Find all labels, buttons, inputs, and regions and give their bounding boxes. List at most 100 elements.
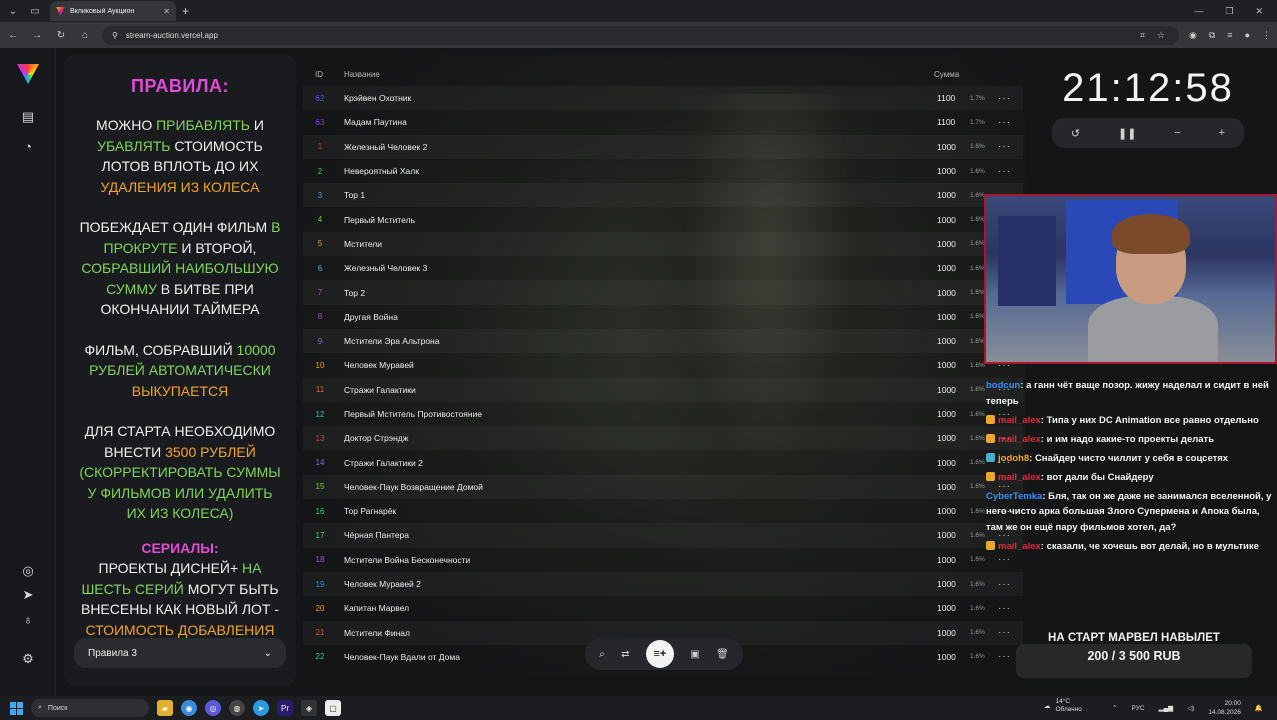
chat-username[interactable]: mail_alex xyxy=(998,472,1041,483)
lot-id: 15 xyxy=(315,482,325,492)
lot-menu-icon[interactable]: ··· xyxy=(998,117,1011,128)
table-row[interactable]: 5Мстители10001.6%··· xyxy=(303,232,1023,256)
back-icon[interactable]: ← xyxy=(6,30,20,41)
timer-reset-icon[interactable]: ↺ xyxy=(1071,127,1080,140)
lot-id: 12 xyxy=(315,409,325,419)
forward-icon[interactable]: → xyxy=(30,30,44,41)
close-window-icon[interactable]: ✕ xyxy=(1255,6,1263,17)
table-row[interactable]: 62 Крэйвен Охотник 1100 1.7% ··· xyxy=(303,86,1023,110)
telegram-icon[interactable]: ➤ xyxy=(253,700,269,716)
search-icon[interactable]: ⌕ xyxy=(599,649,605,660)
telegram-icon[interactable]: ➤ xyxy=(19,586,37,604)
url-field[interactable]: ⚲ stream-auction.vercel.app ⌗ ☆ xyxy=(102,25,1179,45)
app-logo-icon[interactable] xyxy=(17,64,39,84)
new-tab-icon[interactable]: + xyxy=(182,4,189,18)
lot-menu-icon[interactable]: ··· xyxy=(998,579,1011,590)
minimize-window-icon[interactable]: — xyxy=(1194,6,1203,17)
table-row[interactable]: 10 Человек Муравей 1000 1.6% ··· xyxy=(303,353,1023,377)
integrations-icon[interactable]: ◎ xyxy=(19,562,37,580)
table-row[interactable]: 19 Человек Муравей 2 1000 1.6% ··· xyxy=(303,572,1023,596)
file-explorer-icon[interactable]: ▰ xyxy=(157,700,173,716)
translate-icon[interactable]: ⌗ xyxy=(1140,30,1145,41)
site-favicon-icon xyxy=(56,6,65,16)
table-row[interactable]: 6Железный Человек 310001.6%··· xyxy=(303,256,1023,280)
chat-username[interactable]: jodoh8 xyxy=(998,453,1029,464)
reading-list-icon[interactable]: ≡ xyxy=(1227,30,1232,41)
lot-menu-icon[interactable]: ··· xyxy=(998,141,1011,152)
table-row[interactable]: 63 Мадам Паутина 1100 1.7% ··· xyxy=(303,110,1023,134)
lot-menu-icon[interactable]: ··· xyxy=(998,93,1011,104)
shuffle-icon[interactable]: ⇄ xyxy=(621,649,629,660)
save-icon[interactable]: ▣ xyxy=(690,649,699,660)
tab-groups-icon[interactable]: ▭ xyxy=(26,2,44,20)
table-row[interactable]: 9Мстители Эра Альтрона10001.6%··· xyxy=(303,329,1023,353)
app-icon[interactable]: ◎ xyxy=(205,700,221,716)
profile-avatar-icon[interactable]: ● xyxy=(1245,30,1250,41)
app3-icon[interactable]: ▢ xyxy=(325,700,341,716)
extensions-puzzle-icon[interactable]: ⧉ xyxy=(1209,30,1215,41)
table-row[interactable]: 8Другая Война10001.6%··· xyxy=(303,305,1023,329)
lot-menu-icon[interactable]: ··· xyxy=(998,166,1011,177)
table-row[interactable]: 1 Железный Человек 2 1000 1.6% ··· xyxy=(303,135,1023,159)
table-row[interactable]: 2 Невероятный Халк 1000 1.6% ··· xyxy=(303,159,1023,183)
lot-menu-icon[interactable]: ··· xyxy=(998,603,1011,614)
volume-icon[interactable]: ◁) xyxy=(1187,704,1194,712)
timer-pause-icon[interactable]: ❚❚ xyxy=(1118,127,1136,140)
browser-tab[interactable]: Вкликовый Аукцион ✕ xyxy=(50,1,176,21)
home-icon[interactable]: ⌂ xyxy=(78,30,92,41)
windows-start-icon[interactable] xyxy=(10,701,23,715)
goal-banner: НА СТАРТ МАРВЕЛ НАВЫЛЕТ 200 / 3 500 RUB xyxy=(1016,632,1252,663)
table-row[interactable]: 17 Чёрная Пантера 1000 1.6% ··· xyxy=(303,523,1023,547)
lots-list-icon[interactable]: ▤ xyxy=(19,108,37,126)
menu-kebab-icon[interactable]: ⋮ xyxy=(1262,30,1271,41)
table-row[interactable]: 12 Первый Мститель Противостояние 1000 1.6%… xyxy=(303,402,1023,426)
chrome-icon[interactable]: ◉ xyxy=(181,700,197,716)
table-row[interactable]: 20 Капитан Марвел 1000 1.6% ··· xyxy=(303,596,1023,620)
weather-widget[interactable]: ☁ 14°C Облачно xyxy=(1044,698,1082,714)
taskbar-search[interactable]: ⌕ Поиск xyxy=(31,699,149,717)
wheel-history-icon[interactable]: ◔ xyxy=(19,137,37,155)
network-icon[interactable]: ▂▄▆ xyxy=(1159,704,1174,712)
timer-minus-icon[interactable]: − xyxy=(1174,127,1180,139)
timer-plus-icon[interactable]: + xyxy=(1219,127,1225,139)
site-info-icon[interactable]: ⚲ xyxy=(112,31,118,40)
lot-name: Тор Рагнарёк xyxy=(344,506,397,517)
lot-id: 9 xyxy=(317,336,323,346)
table-row[interactable]: 7Тор 210001.6%··· xyxy=(303,280,1023,304)
table-row[interactable]: 13 Доктор Стрэндж 1000 1.6% ··· xyxy=(303,426,1023,450)
lot-sum: 1000 xyxy=(937,457,956,468)
obs-icon[interactable]: ◍ xyxy=(229,700,245,716)
lot-menu-icon[interactable]: ··· xyxy=(998,651,1011,662)
tab-search-icon[interactable]: ⌄ xyxy=(4,2,22,20)
add-lot-icon[interactable]: ≡+ xyxy=(645,640,674,668)
chat-username[interactable]: mail_alex xyxy=(998,434,1041,445)
premiere-icon[interactable]: Pr xyxy=(277,700,293,716)
chat-username[interactable]: mail_alex xyxy=(998,541,1041,552)
bookmark-star-icon[interactable]: ☆ xyxy=(1157,30,1165,41)
close-tab-icon[interactable]: ✕ xyxy=(163,7,170,16)
github-icon[interactable]: ♁ xyxy=(19,610,37,628)
app2-icon[interactable]: ◈ xyxy=(301,700,317,716)
chat-username[interactable]: mail_alex xyxy=(998,415,1041,426)
taskbar-clock[interactable]: 20:00 14.08.2026 xyxy=(1208,699,1241,717)
table-row[interactable]: 4Первый Мститель10001.6%··· xyxy=(303,207,1023,231)
table-row[interactable]: 11 Стражи Галактики 1000 1.6% ··· xyxy=(303,378,1023,402)
lot-menu-icon[interactable]: ··· xyxy=(998,627,1011,638)
table-row[interactable]: 18 Мстители Война Бесконечности 1000 1.6% ··… xyxy=(303,548,1023,572)
table-row[interactable]: 16 Тор Рагнарёк 1000 1.6% ··· xyxy=(303,499,1023,523)
tray-chevron-icon[interactable]: ⌃ xyxy=(1112,704,1117,712)
restore-window-icon[interactable]: ❐ xyxy=(1225,6,1233,17)
rules-preset-select[interactable]: Правила 3 ⌄ xyxy=(74,638,286,668)
notifications-icon[interactable]: 🔔 xyxy=(1255,704,1263,712)
table-row[interactable]: 14 Стражи Галактики 2 1000 1.6% ··· xyxy=(303,450,1023,474)
table-row[interactable]: 15 Человек-Паук Возвращение Домой 1000 1.6%… xyxy=(303,475,1023,499)
chat-username[interactable]: CyberTemka xyxy=(986,491,1042,502)
trash-icon[interactable]: 🗑 xyxy=(716,649,729,660)
os-taskbar: ⌕ Поиск ▰ ◉ ◎ ◍ ➤ Pr ◈ ▢ ⌃ РУС ▂▄▆ ◁) 20… xyxy=(0,696,1277,720)
settings-gear-icon[interactable]: ⚙ xyxy=(19,650,37,668)
extension-icon[interactable]: ◉ xyxy=(1189,30,1197,41)
table-row[interactable]: 3Тор 110001.6%··· xyxy=(303,183,1023,207)
language-indicator[interactable]: РУС xyxy=(1132,705,1145,712)
chat-username[interactable]: bodcun xyxy=(986,380,1020,391)
reload-icon[interactable]: ↻ xyxy=(54,30,68,41)
